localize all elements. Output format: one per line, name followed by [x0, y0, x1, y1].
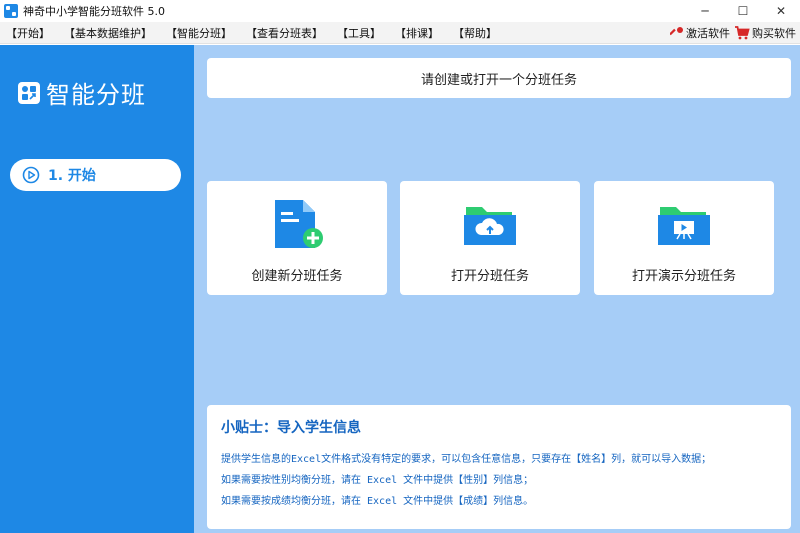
key-icon — [670, 27, 683, 36]
tips-line: 如果需要按成绩均衡分班，请在 Excel 文件中提供【成绩】列信息。 — [221, 496, 534, 507]
menu-basic-data[interactable]: 【基本数据维护】 — [58, 25, 158, 41]
open-demo-task-label: 打开演示分班任务 — [631, 269, 736, 284]
minimize-button[interactable]: ─ — [686, 0, 724, 22]
sidebar: 智能分班 1. 开始 — [0, 45, 194, 533]
menu-bar: 【开始】 【基本数据维护】 【智能分班】 【查看分班表】 【工具】 【排课】 【… — [0, 22, 800, 44]
brand: 智能分班 — [18, 75, 146, 110]
menu-smart-grouping[interactable]: 【智能分班】 — [160, 25, 238, 41]
tips-line: 提供学生信息的Excel文件格式没有特定的要求，可以包含任意信息，只要存在【姓名… — [221, 454, 712, 465]
tips-panel: 小贴士：导入学生信息 提供学生信息的Excel文件格式没有特定的要求，可以包含任… — [207, 405, 791, 529]
tips-line: 如果需要按性别均衡分班，请在 Excel 文件中提供【性别】列信息； — [221, 475, 534, 486]
menu-right: 激活软件 购买软件 — [670, 22, 800, 44]
buy-software-button[interactable]: 购买软件 — [734, 25, 796, 41]
create-new-task-label: 创建新分班任务 — [251, 269, 343, 284]
title-bar: 神奇中小学智能分班软件 5.0 ─ ☐ ✕ — [0, 0, 800, 22]
menu-view-class-table[interactable]: 【查看分班表】 — [240, 25, 329, 41]
menu-tools[interactable]: 【工具】 — [331, 25, 387, 41]
open-task-label: 打开分班任务 — [450, 269, 529, 284]
play-circle-icon — [22, 166, 40, 184]
open-task-card[interactable]: 打开分班任务 — [400, 181, 580, 295]
prompt-banner: 请创建或打开一个分班任务 — [207, 58, 791, 98]
maximize-button[interactable]: ☐ — [724, 0, 762, 22]
activate-software-button[interactable]: 激活软件 — [670, 25, 730, 41]
sidebar-item-start[interactable]: 1. 开始 — [10, 159, 181, 191]
cloud-folder-icon — [464, 207, 516, 245]
app-icon — [4, 4, 18, 18]
cart-icon — [735, 26, 750, 40]
brand-title: 智能分班 — [46, 81, 146, 109]
buy-label: 购买软件 — [752, 27, 796, 40]
sidebar-item-label: 1. 开始 — [48, 168, 96, 184]
window-controls: ─ ☐ ✕ — [686, 0, 800, 22]
tips-title: 小贴士：导入学生信息 — [221, 420, 361, 436]
window-title: 神奇中小学智能分班软件 5.0 — [23, 5, 165, 18]
main-panel: 请创建或打开一个分班任务 创建新分班任务 打开分班任务 打开演示分班任务 小贴士… — [194, 45, 800, 533]
menu-schedule[interactable]: 【排课】 — [389, 25, 445, 41]
presentation-folder-icon — [658, 207, 710, 245]
close-button[interactable]: ✕ — [762, 0, 800, 22]
menu-help[interactable]: 【帮助】 — [447, 25, 503, 41]
activate-label: 激活软件 — [686, 27, 730, 40]
menu-start[interactable]: 【开始】 — [0, 25, 56, 41]
new-file-icon — [275, 200, 323, 248]
open-demo-task-card[interactable]: 打开演示分班任务 — [594, 181, 774, 295]
brand-logo-icon — [18, 81, 40, 104]
create-new-task-card[interactable]: 创建新分班任务 — [207, 181, 387, 295]
